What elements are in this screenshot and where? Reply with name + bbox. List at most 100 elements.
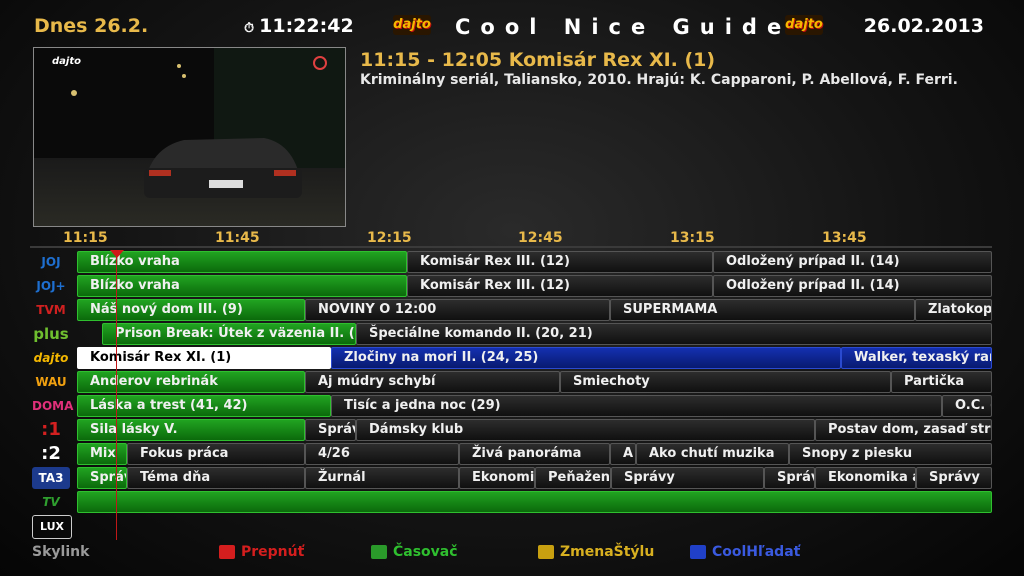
clock-icon: ⏱ bbox=[244, 21, 255, 36]
yellow-key-icon bbox=[538, 545, 554, 559]
program-cell[interactable]: 4/26 bbox=[305, 443, 459, 465]
blue-key-search[interactable]: CoolHľadať bbox=[690, 544, 800, 560]
preview-logo: dajto bbox=[52, 56, 81, 67]
yellow-key-style[interactable]: ZmenaŠtýlu bbox=[538, 544, 654, 560]
program-cell[interactable]: Anderov rebrinák bbox=[77, 371, 305, 393]
channel-row: DOMA Láska a trest (41, 42) Tisíc a jedn… bbox=[30, 394, 992, 418]
program-cell[interactable]: Blízko vraha bbox=[77, 251, 407, 273]
program-cell[interactable]: Zlatokop bbox=[915, 299, 992, 321]
channel-logo[interactable]: dajto bbox=[32, 347, 70, 369]
program-cell[interactable]: Ako chutí muzika bbox=[636, 443, 789, 465]
program-cell[interactable]: Partička bbox=[891, 371, 992, 393]
program-cell[interactable]: Živá panoráma bbox=[459, 443, 610, 465]
channel-row: JOJ Blízko vraha Komisár Rex III. (12) O… bbox=[30, 250, 992, 274]
video-preview[interactable]: dajto bbox=[33, 47, 346, 227]
green-key-label: Časovač bbox=[393, 544, 458, 560]
blue-key-label: CoolHľadať bbox=[712, 544, 801, 560]
today-label: Dnes 26.2. bbox=[34, 15, 149, 37]
channel-logo-right: dajto bbox=[785, 15, 823, 35]
program-cell[interactable]: Komisár Rex III. (12) bbox=[407, 275, 713, 297]
clock: ⏱ 11:22:42 bbox=[244, 15, 354, 37]
green-key-icon bbox=[371, 545, 387, 559]
program-cell[interactable]: Správ bbox=[305, 419, 356, 441]
yellow-key-label: ZmenaŠtýlu bbox=[560, 544, 655, 560]
channel-logo[interactable]: JOJ+ bbox=[32, 275, 70, 297]
program-cell[interactable]: Odložený prípad II. (14) bbox=[713, 275, 992, 297]
program-cell[interactable]: Peňažen bbox=[535, 467, 611, 489]
channel-logo-left: dajto bbox=[393, 15, 431, 35]
program-cell[interactable]: Postav dom, zasaď stro bbox=[815, 419, 992, 441]
program-cell[interactable]: Fokus práca bbox=[127, 443, 305, 465]
program-cell[interactable]: Správy bbox=[611, 467, 764, 489]
program-cell[interactable]: Ekonomika a bbox=[815, 467, 916, 489]
time-tick: 13:15 bbox=[670, 230, 715, 246]
program-cell[interactable]: Tisíc a jedna noc (29) bbox=[331, 395, 942, 417]
channel-logo[interactable]: TA3 bbox=[32, 467, 70, 489]
red-key-switch[interactable]: Prepnúť bbox=[219, 544, 304, 560]
channel-row: LUX bbox=[30, 514, 992, 539]
program-cell[interactable]: Náš nový dom III. (9) bbox=[77, 299, 305, 321]
channel-logo[interactable]: DOMA bbox=[32, 395, 73, 417]
channel-logo[interactable]: :1 bbox=[32, 419, 70, 441]
program-cell[interactable]: Prison Break: Útek z väzenia II. (15 bbox=[102, 323, 356, 345]
channel-logo[interactable]: LUX bbox=[32, 515, 72, 539]
channel-logo[interactable]: TV bbox=[32, 491, 70, 513]
clock-time: 11:22:42 bbox=[259, 15, 354, 37]
channel-row: dajto Komisár Rex XI. (1) Zločiny na mor… bbox=[30, 346, 992, 370]
program-cell[interactable] bbox=[77, 491, 992, 513]
program-cell[interactable]: Snopy z piesku bbox=[789, 443, 992, 465]
channel-row: plus Prison Break: Útek z väzenia II. (1… bbox=[30, 322, 992, 346]
current-time-line bbox=[116, 250, 117, 540]
channel-row: JOJ+ Blízko vraha Komisár Rex III. (12) … bbox=[30, 274, 992, 298]
program-cell[interactable]: Komisár Rex III. (12) bbox=[407, 251, 713, 273]
program-cell[interactable]: A bbox=[610, 443, 636, 465]
program-cell[interactable]: Žurnál bbox=[305, 467, 459, 489]
program-cell[interactable]: NOVINY O 12:00 bbox=[305, 299, 610, 321]
time-tick: 11:45 bbox=[215, 230, 260, 246]
program-description: Kriminálny seriál, Taliansko, 2010. Hraj… bbox=[360, 72, 958, 88]
record-icon bbox=[313, 56, 327, 70]
program-cell[interactable]: Správ bbox=[77, 467, 127, 489]
preview-scene bbox=[34, 48, 345, 226]
program-cell[interactable]: Odložený prípad II. (14) bbox=[713, 251, 992, 273]
guide-title: Cool Nice Guide bbox=[455, 15, 792, 39]
channel-row: :2 Mix Fokus práca 4/26 Živá panoráma A … bbox=[30, 442, 992, 466]
program-cell[interactable]: Téma dňa bbox=[127, 467, 305, 489]
red-key-label: Prepnúť bbox=[241, 544, 305, 560]
channel-logo[interactable]: TVM bbox=[32, 299, 70, 321]
program-cell[interactable]: Blízko vraha bbox=[77, 275, 407, 297]
channel-row: TA3 Správ Téma dňa Žurnál Ekonomi Peňaže… bbox=[30, 466, 992, 490]
program-cell[interactable]: Walker, texaský ran bbox=[841, 347, 992, 369]
time-tick: 12:45 bbox=[518, 230, 563, 246]
channel-logo[interactable]: :2 bbox=[32, 443, 70, 465]
provider-label: Skylink bbox=[32, 544, 90, 560]
program-cell[interactable]: Sila lásky V. bbox=[77, 419, 305, 441]
program-cell[interactable]: Špeciálne komando II. (20, 21) bbox=[356, 323, 992, 345]
time-tick: 11:15 bbox=[63, 230, 108, 246]
green-key-timer[interactable]: Časovač bbox=[371, 544, 458, 560]
program-title: 11:15 - 12:05 Komisár Rex XI. (1) bbox=[360, 49, 716, 71]
channel-row: WAU Anderov rebrinák Aj múdry schybí Smi… bbox=[30, 370, 992, 394]
program-cell[interactable]: Zločiny na mori II. (24, 25) bbox=[331, 347, 841, 369]
program-cell[interactable]: Ekonomi bbox=[459, 467, 535, 489]
current-time-marker bbox=[110, 250, 124, 258]
program-cell[interactable]: Správy bbox=[916, 467, 992, 489]
program-cell[interactable]: Dámsky klub bbox=[356, 419, 815, 441]
program-cell[interactable]: Mix bbox=[77, 443, 127, 465]
red-key-icon bbox=[219, 545, 235, 559]
program-cell[interactable]: Aj múdry schybí bbox=[305, 371, 560, 393]
header-date: 26.02.2013 bbox=[863, 15, 984, 37]
time-tick: 13:45 bbox=[822, 230, 867, 246]
program-cell[interactable]: SUPERMAMA bbox=[610, 299, 915, 321]
channel-logo[interactable]: WAU bbox=[32, 371, 70, 393]
program-cell[interactable]: O.C. ( bbox=[942, 395, 992, 417]
program-cell[interactable]: Správ bbox=[764, 467, 815, 489]
program-cell[interactable]: Smiechoty bbox=[560, 371, 891, 393]
channel-row: :1 Sila lásky V. Správ Dámsky klub Posta… bbox=[30, 418, 992, 442]
channel-row: TV bbox=[30, 490, 992, 514]
time-tick: 12:15 bbox=[367, 230, 412, 246]
channel-logo[interactable]: plus bbox=[32, 323, 70, 345]
channel-logo[interactable]: JOJ bbox=[32, 251, 70, 273]
blue-key-icon bbox=[690, 545, 706, 559]
epg-grid: JOJ Blízko vraha Komisár Rex III. (12) O… bbox=[30, 248, 992, 540]
